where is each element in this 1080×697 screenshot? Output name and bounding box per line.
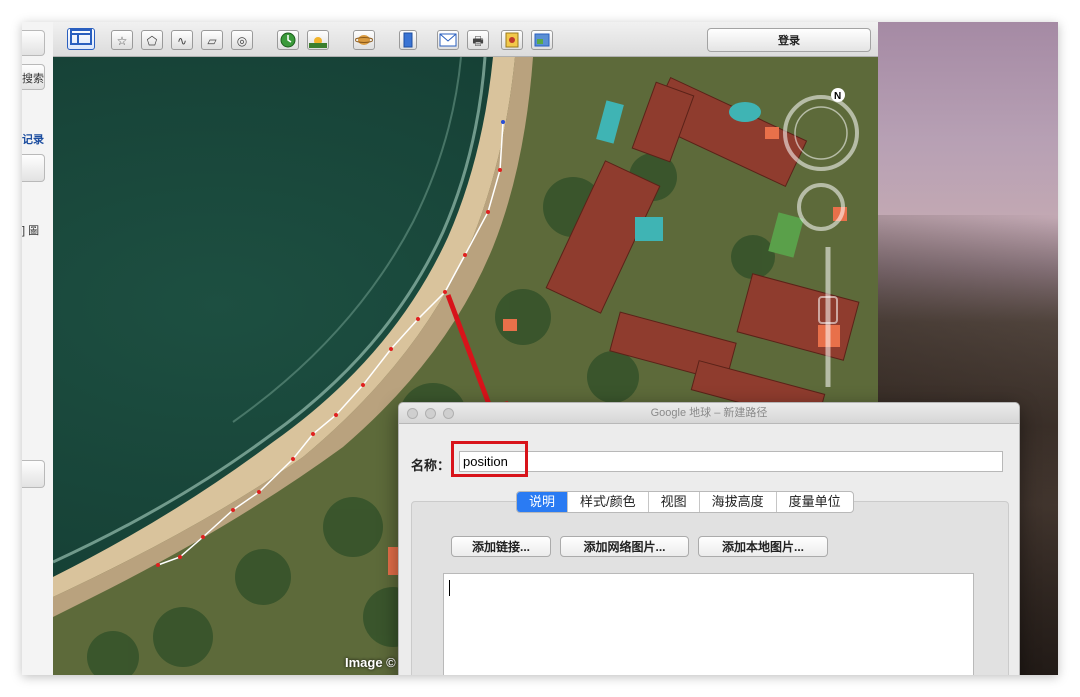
main-toolbar: ☆ ⬠ ∿ ▱ ◎ 🖶 登录 — [53, 22, 878, 57]
placemark-icon[interactable]: ☆ — [111, 30, 133, 50]
dialog-titlebar[interactable]: Google 地球 – 新建路径 — [399, 403, 1019, 424]
sidebar-icon[interactable] — [399, 30, 417, 50]
polygon-icon[interactable]: ⬠ — [141, 30, 163, 50]
tab-description[interactable]: 说明 — [517, 492, 569, 512]
tab-style-color[interactable]: 样式/颜色 — [568, 492, 649, 512]
login-button[interactable]: 登录 — [707, 28, 871, 52]
sidebar-field[interactable] — [22, 154, 45, 182]
tab-altitude[interactable]: 海拔高度 — [700, 492, 777, 512]
sidebar-lower-field[interactable] — [22, 460, 45, 488]
search-label-fragment: 搜索 — [22, 73, 44, 85]
description-textarea[interactable] — [443, 573, 974, 675]
tab-measurements[interactable]: 度量单位 — [777, 492, 853, 512]
email-icon[interactable] — [437, 30, 459, 50]
planet-icon[interactable] — [353, 30, 375, 50]
add-web-image-button[interactable]: 添加网络图片... — [560, 536, 689, 557]
overlay-icon[interactable]: ▱ — [201, 30, 223, 50]
name-label: 名称： — [411, 458, 451, 473]
tab-bar: 说明 样式/颜色 视图 海拔高度 度量单位 — [516, 491, 854, 513]
history-label-fragment[interactable]: 记录 — [22, 131, 44, 147]
new-path-dialog: Google 地球 – 新建路径 名称： 说明 样式/颜色 视图 海拔高度 度量… — [398, 402, 1020, 675]
layers-label-fragment: ] 圖 — [22, 225, 40, 237]
sunlight-icon[interactable] — [307, 30, 329, 50]
print-icon[interactable]: 🖶 — [467, 30, 489, 50]
left-sidebar: 搜索 记录 ] 圖 — [22, 22, 54, 675]
name-field[interactable] — [459, 451, 1003, 472]
annotation-highlight-box — [451, 441, 528, 477]
dialog-title: Google 地球 – 新建路径 — [650, 407, 768, 419]
layout-icon[interactable] — [67, 28, 95, 50]
tour-icon[interactable]: ◎ — [231, 30, 253, 50]
path-icon[interactable]: ∿ — [171, 30, 193, 50]
save-image-icon[interactable] — [501, 30, 523, 50]
map-view-icon[interactable] — [531, 30, 553, 50]
image-attribution: Image © — [345, 655, 396, 670]
history-icon[interactable] — [277, 30, 299, 50]
add-link-button[interactable]: 添加链接... — [451, 536, 551, 557]
sidebar-top-button[interactable] — [22, 30, 45, 56]
add-local-image-button[interactable]: 添加本地图片... — [698, 536, 828, 557]
text-caret — [449, 580, 450, 596]
svg-text:N: N — [834, 91, 841, 102]
screenshot-frame: 搜索 记录 ] 圖 ☆ ⬠ ∿ ▱ ◎ 🖶 登录 N Image © Googl… — [22, 22, 1058, 675]
tab-view[interactable]: 视图 — [649, 492, 700, 512]
